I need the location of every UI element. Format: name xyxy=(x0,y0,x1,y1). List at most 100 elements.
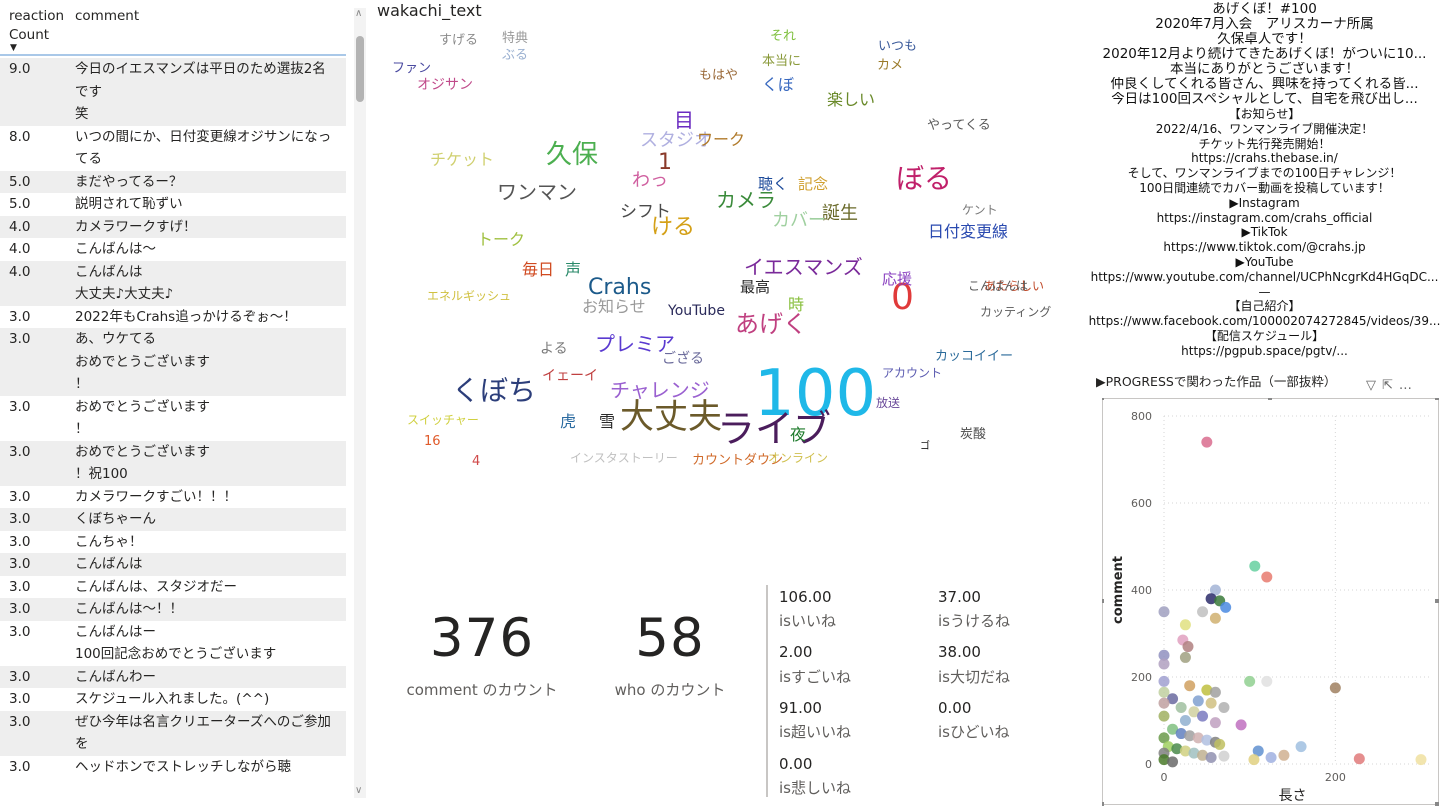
scatter-point[interactable] xyxy=(1235,719,1247,731)
wordcloud-word[interactable]: ござる xyxy=(662,352,704,366)
wordcloud-word[interactable]: カッティング xyxy=(980,306,1051,318)
wordcloud-word[interactable]: よる xyxy=(540,342,568,356)
column-header-reaction-count[interactable]: reaction Count xyxy=(9,7,71,45)
wordcloud-word[interactable]: それ xyxy=(770,30,796,43)
table-row[interactable]: 9.0 今日のイエスマンズは平日のため選抜2名です 笑 xyxy=(0,58,346,126)
filter-icon[interactable]: ▽ xyxy=(1366,378,1382,393)
scatter-point[interactable] xyxy=(1158,710,1170,722)
wordcloud-word[interactable]: エネルギッシュ xyxy=(427,290,511,302)
wordcloud-word[interactable]: お知らせ xyxy=(582,299,646,315)
table-row[interactable]: 3.0 こんちゃ！ xyxy=(0,531,346,554)
scatter-point[interactable] xyxy=(1205,751,1217,763)
wordcloud-word[interactable]: 毎日 xyxy=(522,262,554,278)
wordcloud-word[interactable]: カバー xyxy=(772,212,826,230)
resize-handle[interactable] xyxy=(1435,802,1439,806)
wordcloud-word[interactable]: 特典 xyxy=(502,32,528,45)
wordcloud-word[interactable]: いつも xyxy=(878,40,917,53)
scatter-point[interactable] xyxy=(1415,754,1427,766)
scatter-point[interactable] xyxy=(1244,675,1256,687)
table-row[interactable]: 3.0 くぼちゃーん xyxy=(0,508,346,531)
table-row[interactable]: 3.0 おめでとうございます ！ xyxy=(0,396,346,441)
scatter-point[interactable] xyxy=(1248,754,1260,766)
scatter-point[interactable] xyxy=(1220,601,1232,613)
wordcloud-word[interactable]: ライブ xyxy=(717,410,831,448)
scatter-point[interactable] xyxy=(1209,612,1221,624)
table-row[interactable]: 3.0 スケジュール入れました。(^^) xyxy=(0,688,346,711)
table-row[interactable]: 3.0 ぜひ今年は名言クリエーターズへのご参加を xyxy=(0,710,346,756)
scatter-point[interactable] xyxy=(1261,675,1273,687)
scroll-down-icon[interactable]: ∨ xyxy=(355,785,362,796)
wordcloud-word[interactable]: ぶる xyxy=(502,49,528,62)
wordcloud-word[interactable]: 応援 xyxy=(882,272,912,287)
scatter-point[interactable] xyxy=(1184,680,1196,692)
resize-handle[interactable] xyxy=(1102,599,1104,603)
wordcloud-word[interactable]: インスタストーリー xyxy=(570,452,678,464)
table-row[interactable]: 3.0 ヘッドホンでストレッチしながら聴 xyxy=(0,756,346,779)
wordcloud-word[interactable]: イエスマンズ xyxy=(744,257,863,277)
scatter-point[interactable] xyxy=(1192,695,1204,707)
scatter-point[interactable] xyxy=(1218,701,1230,713)
scatter-point[interactable] xyxy=(1158,658,1170,670)
table-row[interactable]: 4.0 こんばんは 大丈夫♪大丈夫♪ xyxy=(0,260,346,306)
scatter-point[interactable] xyxy=(1209,686,1221,698)
wordcloud-word[interactable]: 声 xyxy=(565,262,581,278)
wordcloud-word[interactable]: 時 xyxy=(788,297,804,313)
wordcloud-word[interactable]: くぼ xyxy=(762,77,794,93)
table-row[interactable]: 4.0 こんばんは〜 xyxy=(0,238,346,261)
wordcloud-word[interactable]: くぼち xyxy=(452,377,536,405)
wordcloud-word[interactable]: 16 xyxy=(424,435,441,448)
table-row[interactable]: 3.0 あ、ウケてる おめでとうございます ！ xyxy=(0,328,346,396)
wordcloud-word[interactable]: 日付変更線 xyxy=(928,224,1008,240)
scatter-point[interactable] xyxy=(1329,682,1341,694)
wordcloud-word[interactable]: ぼる xyxy=(896,165,952,193)
resize-handle[interactable] xyxy=(1435,599,1439,603)
table-row[interactable]: 3.0 おめでとうございます ！祝100 xyxy=(0,440,346,486)
wordcloud-word[interactable]: あげく xyxy=(735,312,807,336)
wordcloud-word[interactable]: 夜 xyxy=(790,427,806,443)
scatter-point[interactable] xyxy=(1179,715,1191,726)
table-row[interactable]: 5.0 説明されて恥ずい xyxy=(0,193,346,216)
scatter-point[interactable] xyxy=(1182,641,1194,653)
scatter-point[interactable] xyxy=(1175,701,1187,713)
wordcloud-word[interactable]: オジサン xyxy=(417,78,473,92)
wordcloud-word[interactable]: 雪 xyxy=(599,414,615,430)
wordcloud-word[interactable]: ファン xyxy=(392,62,431,75)
scatter-point[interactable] xyxy=(1265,751,1277,763)
wordcloud-word[interactable]: こんばんは xyxy=(968,280,1028,292)
wordcloud-word[interactable]: カメ xyxy=(877,59,903,72)
more-options-icon[interactable]: … xyxy=(1399,378,1418,393)
wordcloud-word[interactable]: カメラ xyxy=(716,190,776,210)
resize-handle[interactable] xyxy=(1435,398,1439,400)
table-row[interactable]: 3.0 2022年もCrahs追っかけるぞぉ〜！ xyxy=(0,306,346,329)
wordcloud-word[interactable]: もはや xyxy=(699,69,738,82)
wordcloud-word[interactable]: 久保 xyxy=(546,142,598,168)
scatter-point[interactable] xyxy=(1158,675,1170,687)
wordcloud-word[interactable]: トーク xyxy=(477,232,525,248)
scatter-point[interactable] xyxy=(1179,619,1191,631)
wordcloud-word[interactable]: 目 xyxy=(674,110,694,130)
scatter-point[interactable] xyxy=(1353,753,1365,765)
table-row[interactable]: 5.0 まだやってるー？ xyxy=(0,170,346,193)
scatter-point[interactable] xyxy=(1158,697,1170,709)
scatter-point[interactable] xyxy=(1261,571,1273,583)
wordcloud-word[interactable]: すげる xyxy=(439,34,478,47)
scatter-point[interactable] xyxy=(1209,717,1221,729)
wordcloud-word[interactable]: 本当に xyxy=(762,55,801,68)
wordcloud-word[interactable]: シフト xyxy=(620,204,671,221)
wordcloud-word[interactable]: チャレンジ xyxy=(610,380,710,400)
wordcloud-word[interactable]: 大丈夫 xyxy=(620,400,722,434)
wordcloud-word[interactable]: スイッチャー xyxy=(407,414,479,426)
wordcloud-word[interactable]: ケント xyxy=(962,204,998,216)
scatter-point[interactable] xyxy=(1214,738,1226,750)
wordcloud-word[interactable]: オンライン xyxy=(768,452,828,464)
wordcloud-word[interactable]: カッコイイー xyxy=(935,350,1013,363)
scroll-up-icon[interactable]: ∧ xyxy=(355,8,362,19)
table-row[interactable]: 3.0 こんばんはー 100回記念おめでとうございます xyxy=(0,621,346,666)
scatter-point[interactable] xyxy=(1295,741,1307,753)
wordcloud-word[interactable]: チケット xyxy=(430,152,494,168)
wordcloud-word[interactable]: 楽しい xyxy=(827,92,875,108)
scatter-point[interactable] xyxy=(1249,560,1261,572)
table-row[interactable]: 3.0 こんばんは xyxy=(0,553,346,576)
wordcloud-word[interactable]: 記念 xyxy=(798,177,828,192)
column-header-comment[interactable]: comment xyxy=(75,7,139,26)
